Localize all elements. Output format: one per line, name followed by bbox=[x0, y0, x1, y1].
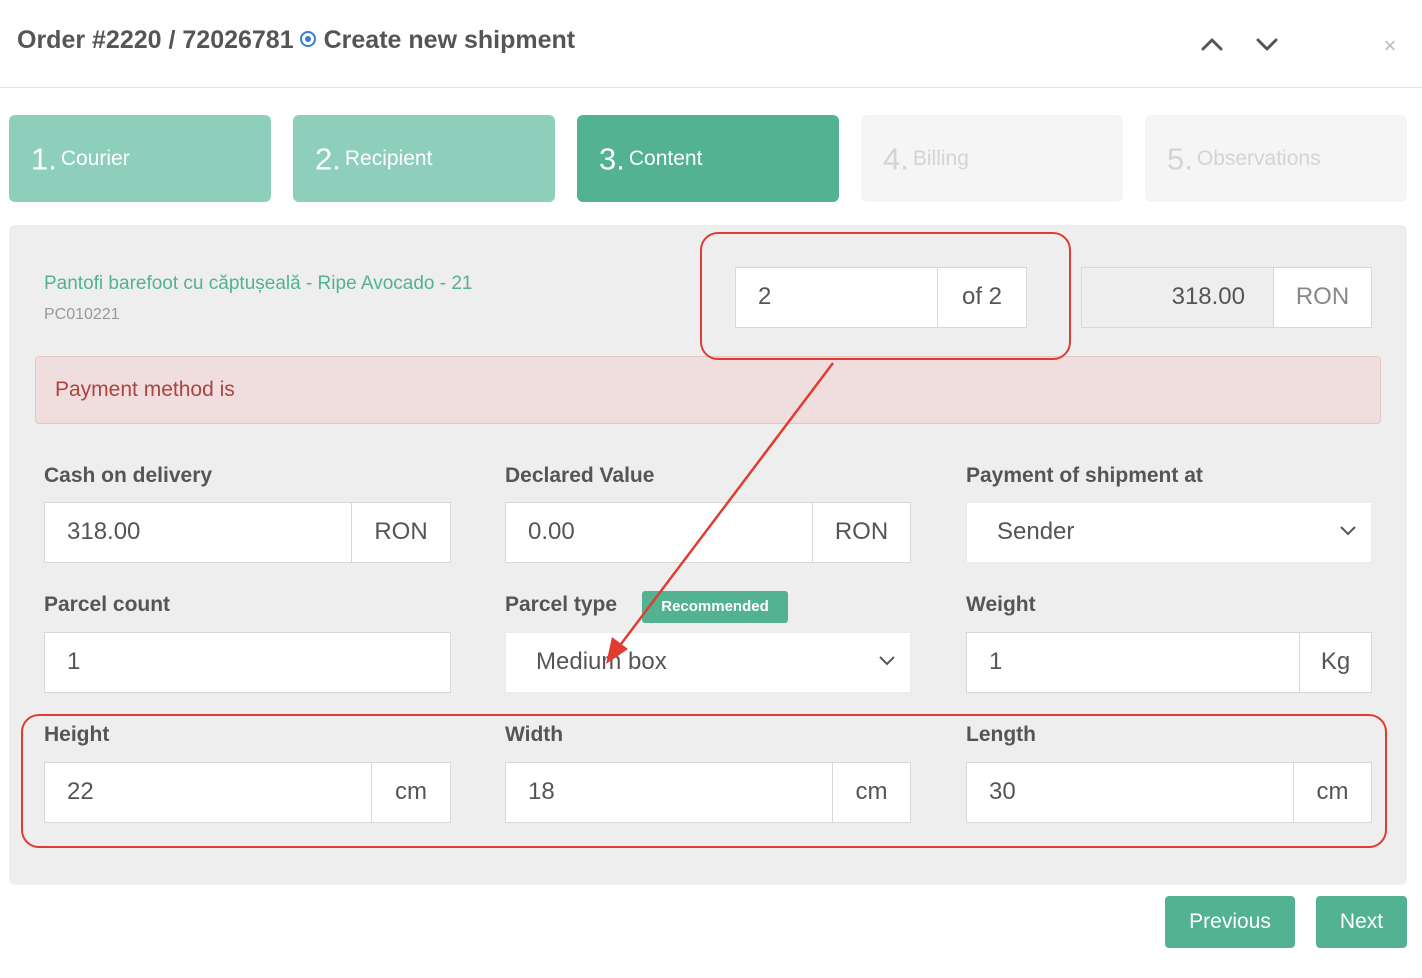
price-currency-addon: RON bbox=[1273, 267, 1372, 328]
step-label: Recipient bbox=[344, 147, 433, 171]
declared-value-label: Declared Value bbox=[505, 464, 655, 487]
payment-alert: Payment method is bbox=[35, 356, 1381, 424]
chevron-down-icon bbox=[879, 656, 895, 666]
cod-value: 318.00 bbox=[67, 518, 141, 545]
order-label[interactable]: Order #2220 / 72026781 bbox=[17, 26, 294, 54]
chevron-down-icon bbox=[1340, 526, 1356, 536]
cod-label: Cash on delivery bbox=[44, 464, 213, 487]
cod-currency-addon: RON bbox=[351, 502, 451, 563]
previous-button[interactable]: Previous bbox=[1165, 896, 1295, 948]
weight-label: Weight bbox=[966, 593, 1036, 616]
declared-value: 0.00 bbox=[528, 518, 575, 545]
parcel-type-select[interactable]: Medium box bbox=[505, 632, 911, 693]
next-button[interactable]: Next bbox=[1316, 896, 1407, 948]
annotation-dimensions-highlight bbox=[21, 714, 1387, 848]
chevron-up-icon[interactable] bbox=[1200, 32, 1224, 56]
modal-title: Order #2220 / 72026781 Create new shipmen… bbox=[17, 26, 575, 55]
parcel-count-input[interactable]: 1 bbox=[44, 632, 451, 693]
product-name[interactable]: Pantofi barefoot cu căptușeală - Ripe Av… bbox=[44, 273, 472, 295]
step-label: Observations bbox=[1196, 147, 1321, 171]
payment-at-value: Sender bbox=[997, 518, 1075, 545]
step-number: 3. bbox=[599, 141, 625, 177]
step-label: Courier bbox=[60, 147, 130, 171]
weight-unit-addon: Kg bbox=[1299, 632, 1372, 693]
parcel-type-label: Parcel type bbox=[505, 593, 618, 616]
payment-at-select[interactable]: Sender bbox=[966, 502, 1372, 563]
declared-currency-addon: RON bbox=[812, 502, 911, 563]
step-label: Content bbox=[628, 147, 703, 171]
payment-at-label: Payment of shipment at bbox=[966, 464, 1203, 487]
page-subtitle: Create new shipment bbox=[323, 26, 576, 54]
declared-value-input[interactable]: 0.00 bbox=[505, 502, 813, 563]
cod-input[interactable]: 318.00 bbox=[44, 502, 352, 563]
step-courier[interactable]: 1. Courier bbox=[9, 115, 271, 202]
close-icon[interactable]: × bbox=[1380, 35, 1400, 57]
annotation-quantity-highlight bbox=[700, 232, 1071, 360]
price-field: 318.00 bbox=[1081, 267, 1274, 328]
step-recipient[interactable]: 2. Recipient bbox=[293, 115, 555, 202]
step-number: 1. bbox=[31, 141, 57, 177]
chevron-down-icon[interactable] bbox=[1255, 32, 1279, 56]
recommended-badge: Recommended bbox=[642, 591, 788, 623]
wizard-steps: 1. Courier 2. Recipient 3. Content 4. Billin… bbox=[9, 115, 1407, 202]
weight-value: 1 bbox=[989, 648, 1003, 675]
step-number: 5. bbox=[1167, 141, 1193, 177]
step-billing[interactable]: 4. Billing bbox=[861, 115, 1123, 202]
step-label: Billing bbox=[912, 147, 969, 171]
product-sku: PC010221 bbox=[44, 306, 120, 323]
step-number: 2. bbox=[315, 141, 341, 177]
parcel-count-label: Parcel count bbox=[44, 593, 171, 616]
parcel-type-value: Medium box bbox=[536, 648, 667, 675]
step-observations[interactable]: 5. Observations bbox=[1145, 115, 1407, 202]
target-icon[interactable] bbox=[299, 31, 316, 48]
weight-input[interactable]: 1 bbox=[966, 632, 1300, 693]
parcel-count-value: 1 bbox=[67, 648, 81, 675]
step-content[interactable]: 3. Content bbox=[577, 115, 839, 202]
modal-header: Order #2220 / 72026781 Create new shipmen… bbox=[0, 0, 1422, 88]
step-number: 4. bbox=[883, 141, 909, 177]
price-value: 318.00 bbox=[1171, 283, 1245, 310]
